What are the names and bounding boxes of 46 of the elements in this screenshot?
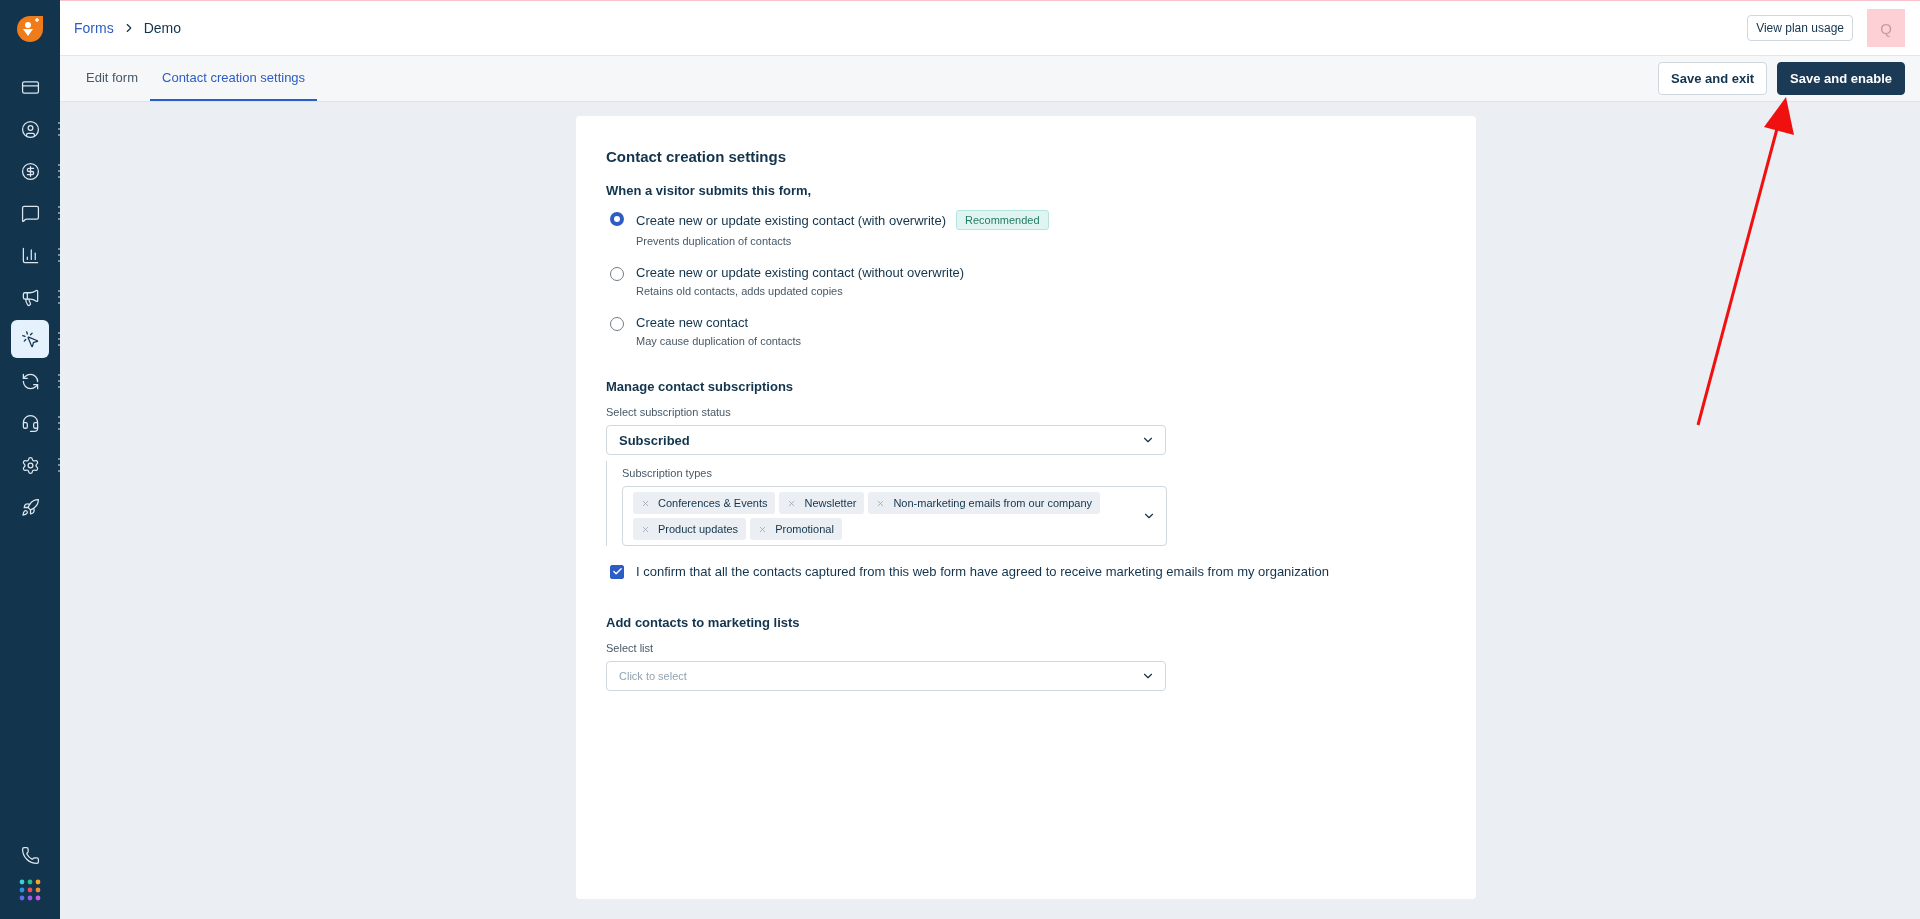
type-tag: Conferences & Events — [633, 492, 776, 514]
tab[interactable]: Contact creation settings — [150, 56, 318, 101]
option-hint: Retains old contacts, adds updated copies — [636, 285, 844, 297]
question-text: When a visitor submits this form, — [606, 183, 813, 198]
option-label: Create new contact — [636, 315, 748, 330]
field-label: Subscription types — [622, 467, 713, 479]
phone-icon[interactable] — [20, 846, 40, 865]
chat-icon — [20, 203, 40, 223]
type-tag: Non-marketing emails from our company — [868, 492, 1101, 514]
radio-button[interactable] — [610, 267, 624, 281]
status-select[interactable]: Subscribed — [606, 425, 1166, 455]
secondary-button[interactable]: Save and exit — [1658, 62, 1768, 95]
view-plan-usage-button[interactable]: View plan usage — [1747, 15, 1853, 41]
type-tag: Newsletter — [779, 492, 865, 514]
option-hint: Prevents duplication of contacts — [636, 235, 793, 247]
type-tag: Product updates — [633, 518, 747, 540]
megaphone-icon — [20, 287, 40, 307]
radio-button[interactable] — [610, 317, 624, 331]
apps-grid-icon[interactable] — [19, 879, 41, 901]
radio-button[interactable] — [610, 212, 624, 226]
logo-icon[interactable] — [15, 14, 45, 44]
headset-icon — [20, 413, 40, 433]
page-title: Demo — [143, 20, 182, 36]
section-title: Manage contact subscriptions — [606, 379, 795, 394]
user-icon — [20, 119, 40, 139]
option-label: Create new or update existing contact (without overwrite) — [636, 265, 965, 280]
sidebar-item[interactable] — [11, 320, 49, 358]
dollar-icon — [20, 161, 40, 181]
sync-icon — [20, 371, 40, 391]
primary-button[interactable]: Save and enable — [1777, 62, 1905, 95]
breadcrumb-link[interactable]: Forms — [74, 20, 114, 36]
bar-chart-icon — [20, 245, 40, 265]
recommended-badge: Recommended — [956, 210, 1049, 230]
card-title: Contact creation settings — [606, 148, 788, 165]
field-label: Select list — [606, 642, 655, 654]
settings-icon — [20, 455, 40, 475]
field-label: Select subscription status — [606, 406, 732, 418]
consent-checkbox[interactable] — [610, 564, 624, 579]
option-hint: May cause duplication of contacts — [636, 335, 802, 347]
pointer-icon — [20, 329, 40, 349]
rocket-icon — [20, 497, 40, 517]
type-tag: Promotional — [750, 518, 842, 540]
consent-text: I confirm that all the contacts captured from this web form have agreed to receive marketing emails from my organization — [636, 564, 1329, 579]
section-title: Add contacts to marketing lists — [606, 615, 801, 630]
tab[interactable]: Edit form — [74, 56, 150, 101]
option-label: Create new or update existing contact (with overwrite) — [636, 212, 946, 228]
